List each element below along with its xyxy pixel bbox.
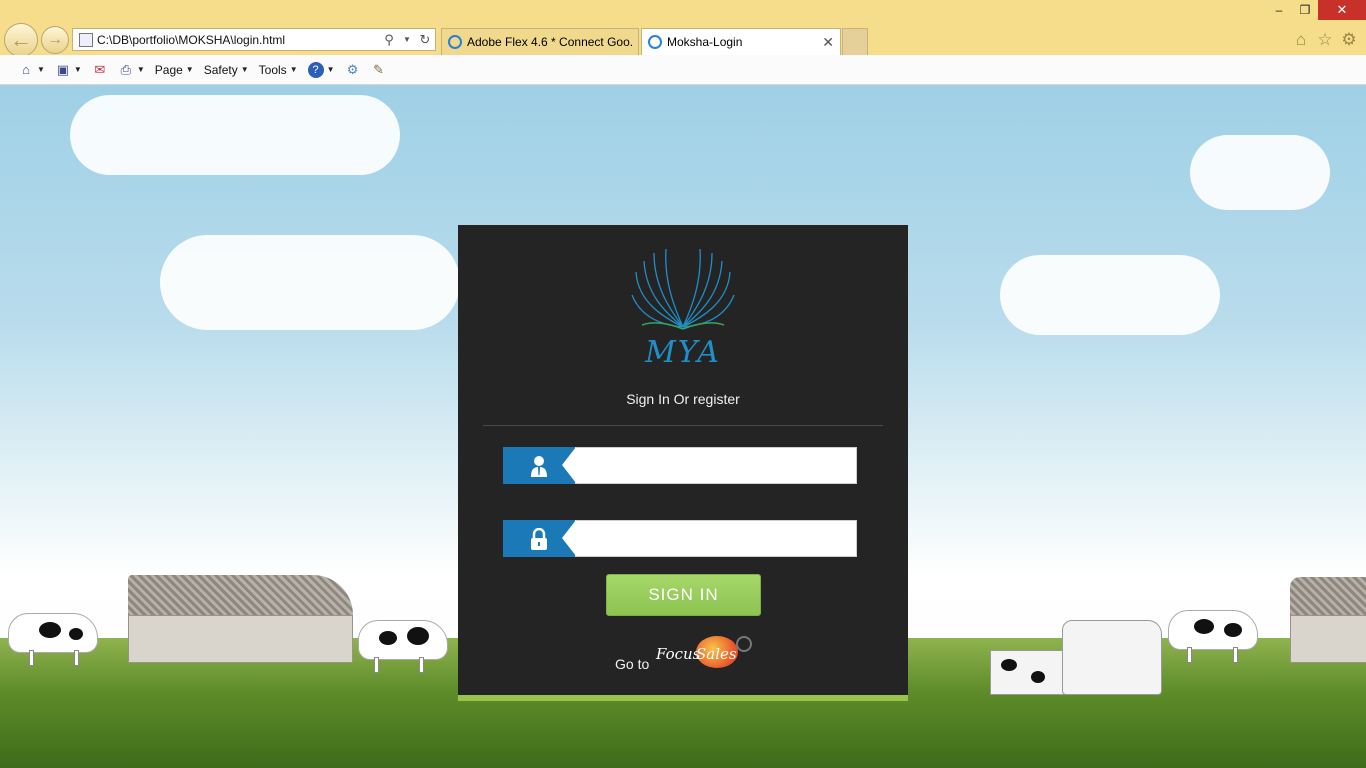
ie-favicon-icon: [648, 35, 662, 49]
home-menu[interactable]: ⌂ ▼: [18, 62, 45, 78]
focussales-ring-icon: [736, 636, 752, 652]
barn-roof: [1290, 577, 1366, 617]
chevron-down-icon: ▼: [37, 65, 45, 74]
browser-titlebar: ← → C:\DB\portfolio\MOKSHA\login.html ⚲ …: [0, 0, 1366, 57]
page-background: MYA Sign In Or register SIGN IN Go to Fo…: [0, 85, 1366, 768]
password-row: [503, 520, 857, 557]
chevron-down-icon: ▼: [240, 65, 249, 74]
barn: [1290, 615, 1366, 663]
username-row: [503, 447, 857, 484]
safety-menu[interactable]: Safety ▼: [204, 63, 249, 77]
search-icon[interactable]: ⚲: [381, 32, 397, 48]
refresh-icon[interactable]: ↻: [417, 32, 433, 48]
focussales-text-sales: Sales: [696, 645, 737, 663]
page-menu-label: Page: [154, 62, 183, 77]
lock-icon: [503, 520, 576, 557]
cloud: [70, 95, 400, 175]
address-text[interactable]: C:\DB\portfolio\MOKSHA\login.html: [97, 33, 381, 47]
signin-heading: Sign In Or register: [626, 391, 740, 407]
tab-moksha-login[interactable]: Moksha-Login ✕: [641, 28, 841, 55]
star-icon[interactable]: ☆: [1315, 30, 1335, 50]
signin-button[interactable]: SIGN IN: [606, 574, 761, 616]
settings-button[interactable]: ⚙: [345, 62, 361, 78]
barn: [128, 615, 353, 663]
mya-logo: MYA: [628, 247, 738, 372]
feeds-icon: ▣: [56, 61, 70, 77]
new-tab-button[interactable]: [842, 28, 868, 55]
home-icon: ⌂: [22, 62, 30, 77]
cow: [358, 620, 448, 673]
chevron-down-icon: ▼: [289, 65, 298, 74]
username-input[interactable]: [575, 447, 857, 484]
divider: [483, 425, 883, 426]
user-icon: [503, 447, 576, 484]
cloud: [160, 235, 460, 330]
maximize-button[interactable]: ❐: [1290, 0, 1320, 20]
chevron-down-icon: ▼: [326, 65, 335, 74]
tab-label: Moksha-Login: [667, 35, 743, 49]
focussales-text-focus: Focus: [656, 645, 701, 663]
panel-accent-bar: [458, 695, 908, 701]
focussales-logo-link[interactable]: Focus Sales: [656, 636, 756, 670]
user-glyph: [531, 455, 547, 477]
research-icon: ✎: [373, 61, 384, 77]
gear-icon: ⚙: [346, 61, 359, 77]
tools-menu[interactable]: Tools ▼: [259, 63, 298, 77]
cow: [8, 613, 98, 666]
forward-icon: →: [47, 31, 63, 48]
address-bar[interactable]: C:\DB\portfolio\MOKSHA\login.html ⚲ ▼ ↻: [72, 28, 436, 51]
chevron-down-icon: ▼: [185, 65, 194, 74]
tab-label: Adobe Flex 4.6 * Connect Goo...: [467, 35, 632, 49]
mail-icon: ✉: [94, 61, 106, 77]
command-bar: ⌂ ▼ ▣ ▼ ✉ ⎙ ▼ Page ▼ Safety ▼ Tools ▼ ? ▼ ⚙ ✎: [0, 55, 1366, 85]
barn-roof: [128, 575, 353, 617]
ie-favicon-icon: [448, 35, 462, 49]
page-icon: [79, 32, 93, 47]
goto-label: Go to: [615, 656, 650, 672]
chevron-down-icon: ▼: [136, 65, 145, 74]
logo-text: MYA: [645, 335, 721, 370]
goto-focussales: Go to Focus Sales: [608, 630, 768, 672]
dropdown-icon[interactable]: ▼: [399, 32, 415, 48]
back-icon: ←: [10, 27, 32, 52]
cloud: [1000, 255, 1220, 335]
chevron-down-icon: ▼: [73, 65, 82, 74]
print-icon: ⎙: [120, 61, 132, 77]
cow: [1168, 610, 1258, 663]
close-window-button[interactable]: ✕: [1318, 0, 1366, 20]
tools-menu-label: Tools: [258, 62, 287, 77]
tab-close-icon[interactable]: ✕: [822, 34, 834, 51]
home-icon[interactable]: ⌂: [1291, 30, 1311, 50]
lock-glyph: [531, 527, 547, 550]
login-panel: MYA Sign In Or register SIGN IN Go to Fo…: [458, 225, 908, 701]
research-button[interactable]: ✎: [371, 62, 387, 78]
forward-button[interactable]: →: [41, 26, 69, 54]
print-menu[interactable]: ⎙ ▼: [118, 62, 145, 78]
page-menu[interactable]: Page ▼: [155, 63, 194, 77]
help-menu[interactable]: ? ▼: [307, 61, 335, 78]
password-input[interactable]: [575, 520, 857, 557]
tab-adobe-flex[interactable]: Adobe Flex 4.6 * Connect Goo...: [441, 28, 639, 55]
cloud: [1190, 135, 1330, 210]
wings-icon: [631, 248, 735, 330]
truck: [990, 650, 1065, 695]
back-button[interactable]: ←: [4, 23, 38, 57]
gear-icon[interactable]: ⚙: [1339, 30, 1359, 50]
feeds-menu[interactable]: ▣ ▼: [55, 62, 82, 78]
mail-button[interactable]: ✉: [92, 62, 108, 78]
truck-cab: [1062, 620, 1162, 695]
safety-menu-label: Safety: [203, 62, 238, 77]
help-icon: ?: [307, 61, 324, 78]
